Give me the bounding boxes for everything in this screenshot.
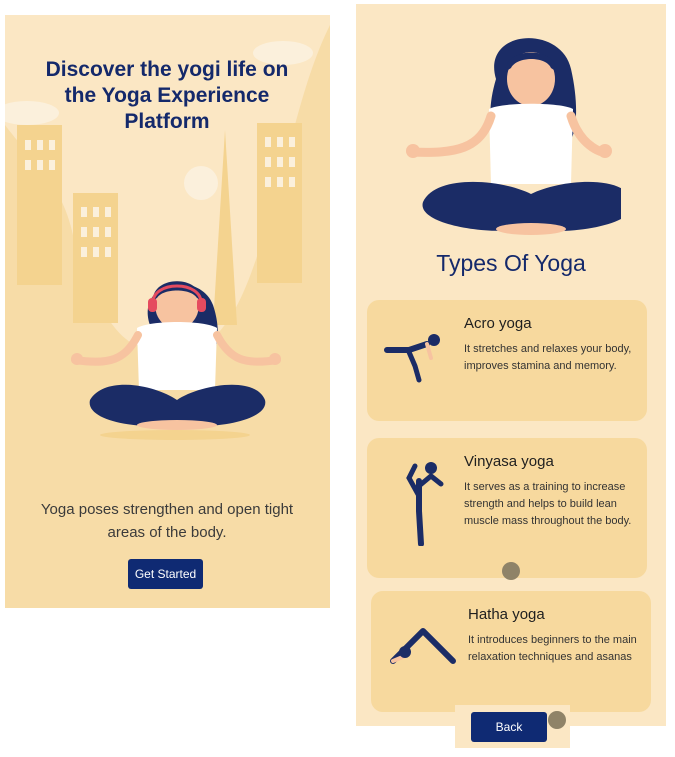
get-started-button[interactable]: Get Started [128,559,203,589]
scroll-indicator-dot [548,711,566,729]
yoga-type-description: It serves as a training to increase stre… [464,481,632,527]
yoga-type-name: Hatha yoga [468,606,545,623]
yoga-type-name: Vinyasa yoga [464,453,554,470]
vinyasa-pose-figure-icon [406,462,444,546]
scroll-indicator-dot [502,562,520,580]
welcome-tagline: Yoga poses strengthen and open tight are… [40,501,294,541]
yoga-type-card[interactable]: Hatha yoga It introduces beginners to th… [371,591,651,712]
meditating-woman-with-headphones-illustration [71,281,281,430]
acro-pose-figure-icon [384,334,440,383]
yoga-type-name: Acro yoga [464,315,532,332]
welcome-screen: Discover the yogi life on the Yoga Exper… [5,15,330,608]
back-button[interactable]: Back [471,712,547,742]
yoga-type-description: It introduces beginners to the main rela… [468,634,637,663]
meditating-woman-illustration [406,38,621,235]
welcome-headline: Discover the yogi life on the Yoga Exper… [45,58,289,133]
yoga-type-card[interactable]: Acro yoga It stretches and relaxes your … [367,300,647,421]
yoga-type-card[interactable]: Vinyasa yoga It serves as a training to … [367,438,647,578]
types-of-yoga-title: Types Of Yoga [436,250,586,276]
downward-dog-figure-icon [390,628,456,664]
yoga-type-description: It stretches and relaxes your body, impr… [464,343,632,372]
